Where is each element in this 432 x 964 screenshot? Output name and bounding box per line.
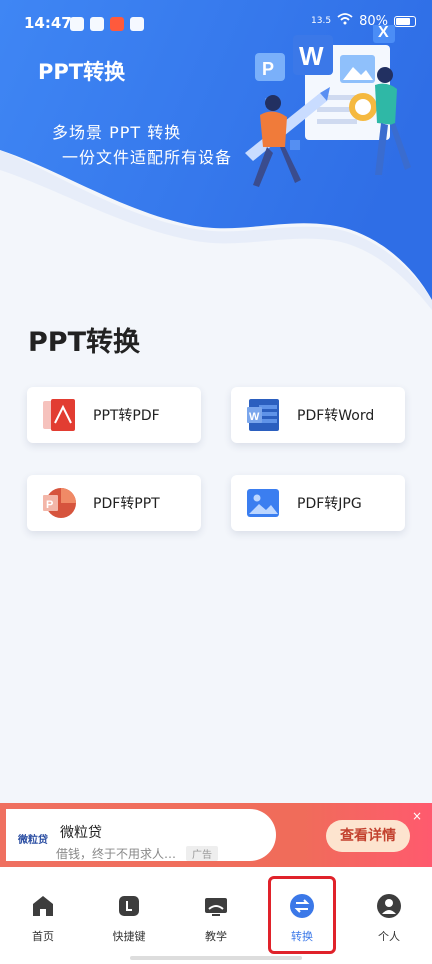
ad-title: 微粒贷 bbox=[60, 825, 102, 841]
nav-teach[interactable]: 教学 bbox=[181, 893, 251, 944]
badge-p: P bbox=[262, 59, 274, 79]
ad-banner[interactable]: 微粒贷 微粒贷 借钱，终于不用求人… 广告 查看详情 × bbox=[0, 803, 432, 867]
tiktok-icon bbox=[70, 17, 84, 31]
word-icon: W bbox=[247, 399, 279, 431]
nav-shortcut[interactable]: 快捷键 bbox=[94, 893, 164, 944]
bottom-nav: 首页 快捷键 教学 转换 个人 bbox=[0, 867, 432, 964]
tool-pdf-to-word[interactable]: W PDF转Word bbox=[231, 387, 405, 443]
app-notification-icon bbox=[110, 17, 124, 31]
nav-label: 教学 bbox=[205, 930, 227, 943]
tool-label: PDF转PPT bbox=[93, 496, 160, 512]
tool-label: PPT转PDF bbox=[93, 408, 160, 424]
close-icon[interactable]: × bbox=[412, 809, 422, 823]
nav-label: 快捷键 bbox=[112, 930, 146, 943]
nav-label: 个人 bbox=[378, 930, 400, 943]
tool-label: PDF转Word bbox=[297, 408, 375, 424]
nav-home[interactable]: 首页 bbox=[8, 893, 78, 944]
person-icon bbox=[377, 894, 401, 918]
svg-text:P: P bbox=[46, 499, 53, 511]
ad-logo: 微粒贷 bbox=[18, 835, 48, 846]
status-time: 14:47 bbox=[24, 14, 72, 32]
badge-w: W bbox=[299, 41, 324, 71]
section-title: PPT转换 bbox=[28, 327, 140, 358]
home-indicator bbox=[130, 956, 302, 960]
hero-title: PPT转换 bbox=[38, 60, 126, 84]
ad-card: 微粒贷 微粒贷 借钱，终于不用求人… 广告 bbox=[6, 809, 276, 861]
shortcut-icon bbox=[119, 896, 139, 916]
ppt-to-pdf-icon bbox=[43, 399, 75, 431]
ad-tag: 广告 bbox=[186, 846, 218, 861]
hero-banner: 14:47 13.5 80% PPT转换 多场景 PPT 转换 一份文件适配所有… bbox=[0, 0, 432, 310]
svg-text:W: W bbox=[249, 411, 260, 423]
sync-icon bbox=[130, 17, 144, 31]
tool-pdf-to-jpg[interactable]: PDF转JPG bbox=[231, 475, 405, 531]
active-tab-highlight bbox=[268, 876, 336, 954]
ppt-icon: P bbox=[43, 488, 76, 518]
image-icon bbox=[247, 489, 279, 517]
badge-x: X bbox=[378, 25, 389, 41]
tool-ppt-to-pdf[interactable]: PPT转PDF bbox=[27, 387, 201, 443]
home-icon bbox=[33, 896, 53, 916]
nav-profile[interactable]: 个人 bbox=[354, 893, 424, 944]
tool-label: PDF转JPG bbox=[297, 496, 362, 512]
hero-illustration: P W X bbox=[245, 25, 411, 187]
cloud-icon bbox=[90, 17, 104, 31]
teach-icon bbox=[205, 898, 227, 916]
nav-label: 首页 bbox=[32, 930, 54, 943]
hero-tagline-2: 一份文件适配所有设备 bbox=[62, 148, 233, 167]
hero-tagline-1: 多场景 PPT 转换 bbox=[52, 123, 182, 142]
tool-pdf-to-ppt[interactable]: P PDF转PPT bbox=[27, 475, 201, 531]
ad-subtitle: 借钱，终于不用求人… bbox=[56, 847, 177, 861]
ad-details-button[interactable]: 查看详情 bbox=[326, 820, 410, 852]
status-app-icons bbox=[70, 17, 144, 31]
